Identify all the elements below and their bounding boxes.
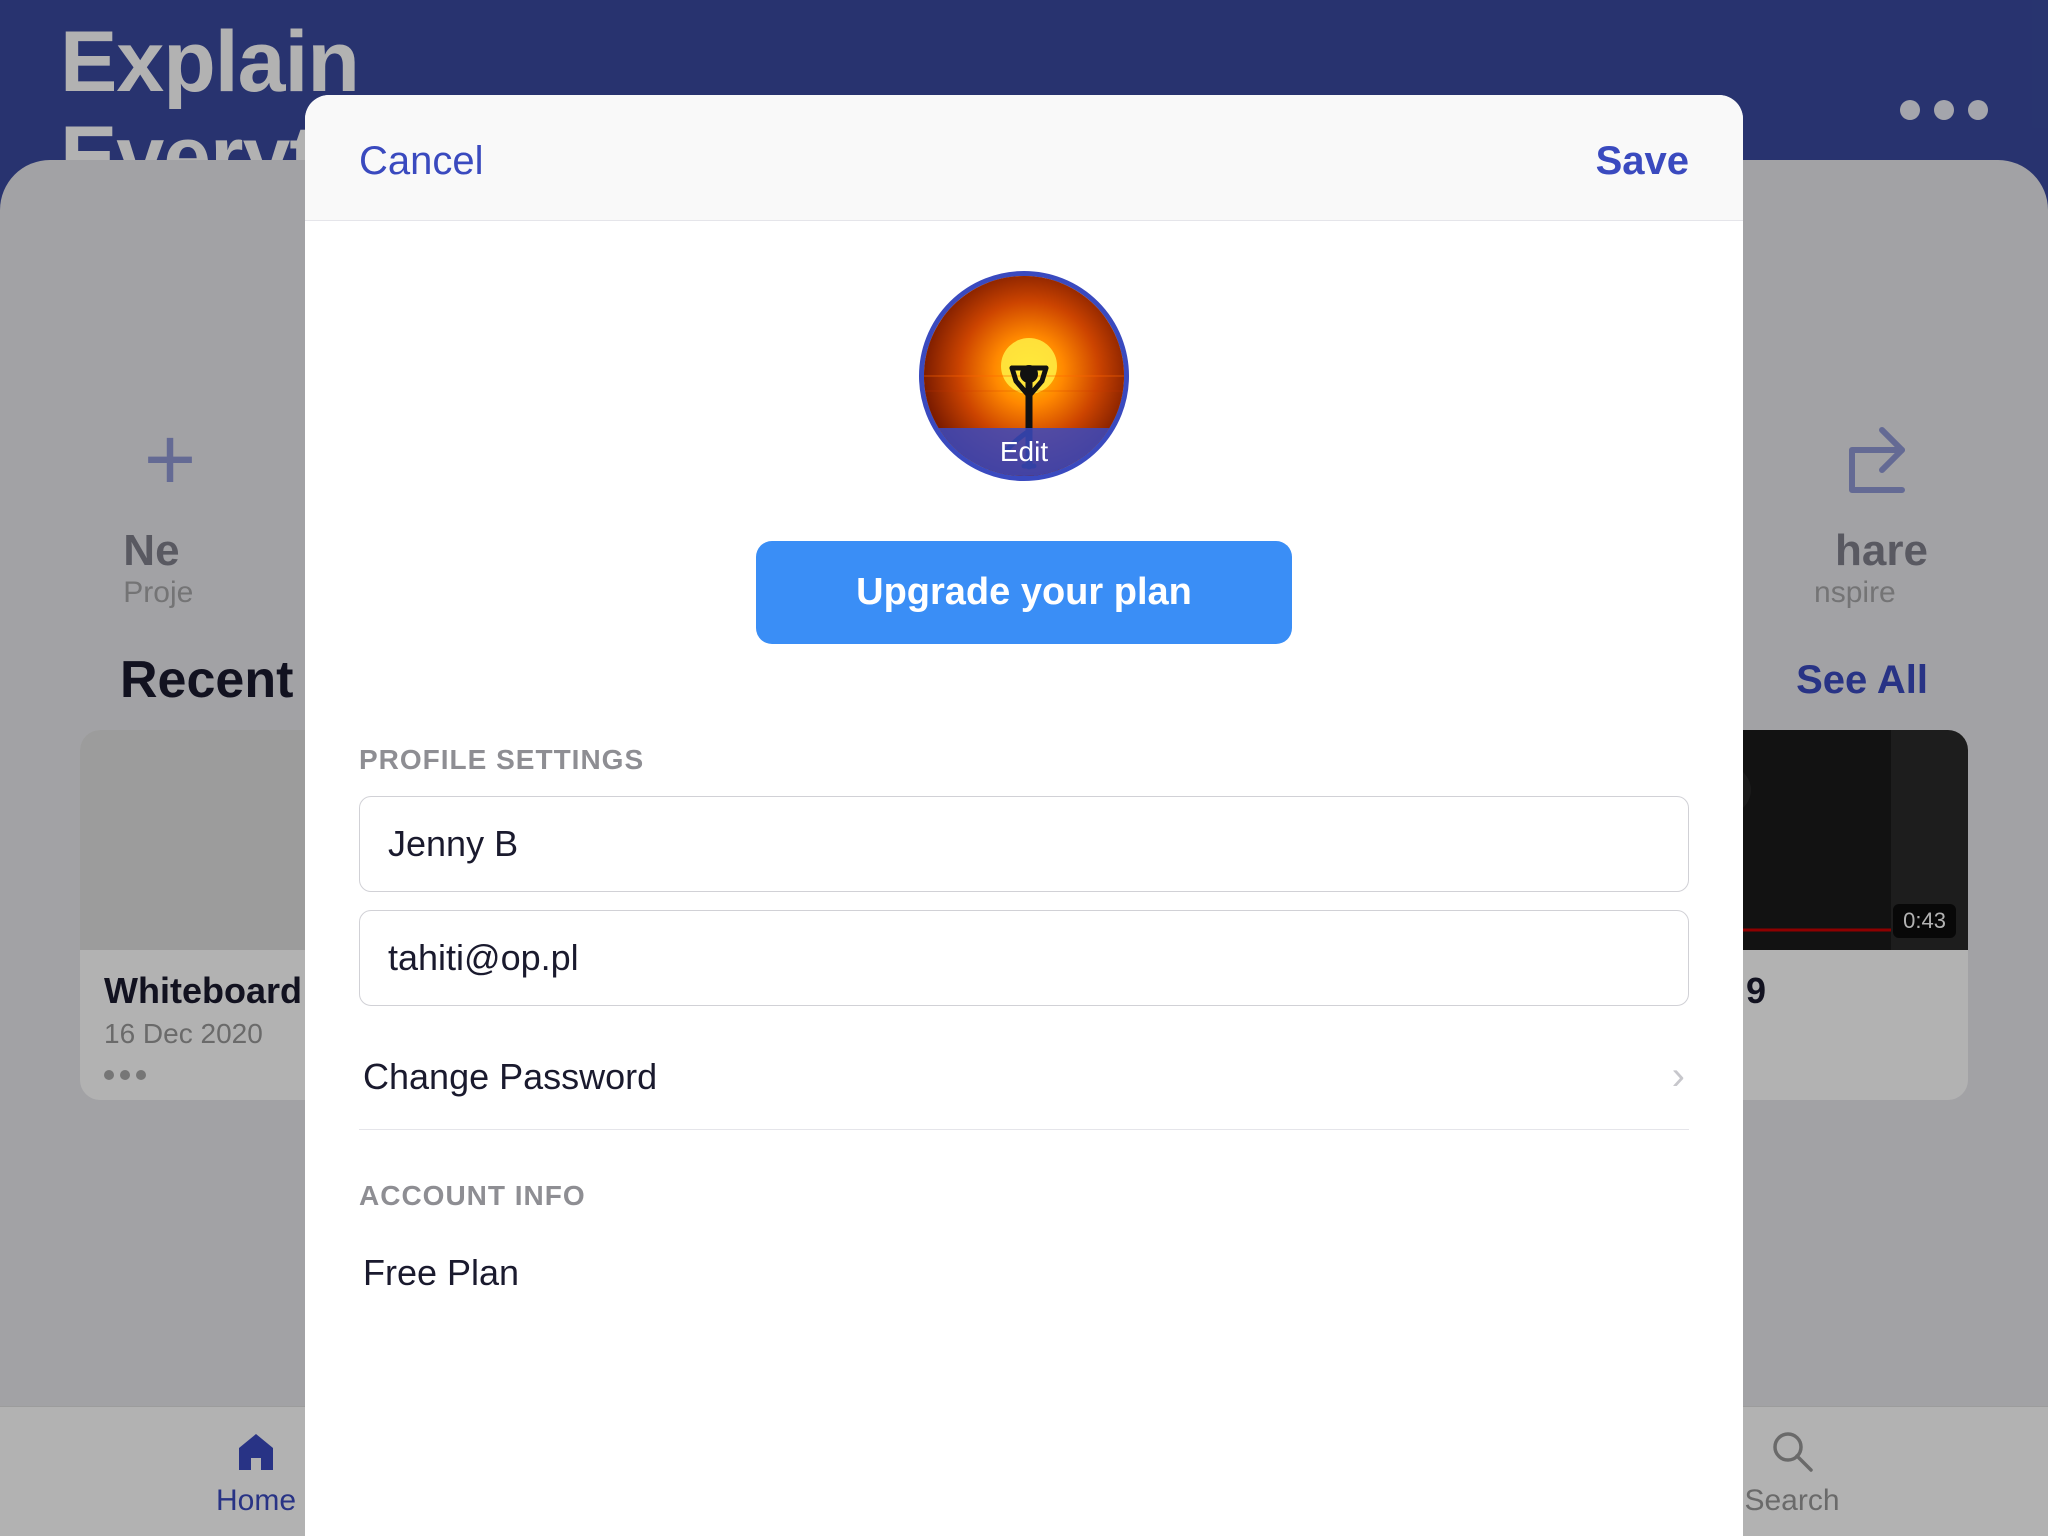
account-info-label: ACCOUNT INFO: [359, 1180, 1689, 1212]
profile-modal: Cancel Save: [305, 95, 1743, 1536]
avatar-section: Edit: [359, 271, 1689, 491]
change-password-label: Change Password: [363, 1056, 657, 1098]
modal-body: Edit Upgrade your plan PROFILE SETTINGS …: [305, 221, 1743, 1536]
profile-settings-label: PROFILE SETTINGS: [359, 744, 1689, 776]
change-password-row[interactable]: Change Password ›: [359, 1024, 1689, 1130]
avatar-circle: Edit: [919, 271, 1129, 481]
upgrade-button[interactable]: Upgrade your plan: [756, 541, 1292, 644]
cancel-button[interactable]: Cancel: [359, 139, 484, 184]
avatar-wrapper[interactable]: Edit: [919, 271, 1129, 491]
modal-header: Cancel Save: [305, 95, 1743, 221]
avatar-edit-label[interactable]: Edit: [924, 428, 1124, 476]
email-field[interactable]: [359, 910, 1689, 1006]
account-info-section: ACCOUNT INFO Free Plan: [359, 1180, 1689, 1314]
name-field[interactable]: [359, 796, 1689, 892]
free-plan-label: Free Plan: [359, 1232, 1689, 1314]
chevron-right-icon: ›: [1672, 1054, 1685, 1099]
save-button[interactable]: Save: [1596, 139, 1689, 184]
